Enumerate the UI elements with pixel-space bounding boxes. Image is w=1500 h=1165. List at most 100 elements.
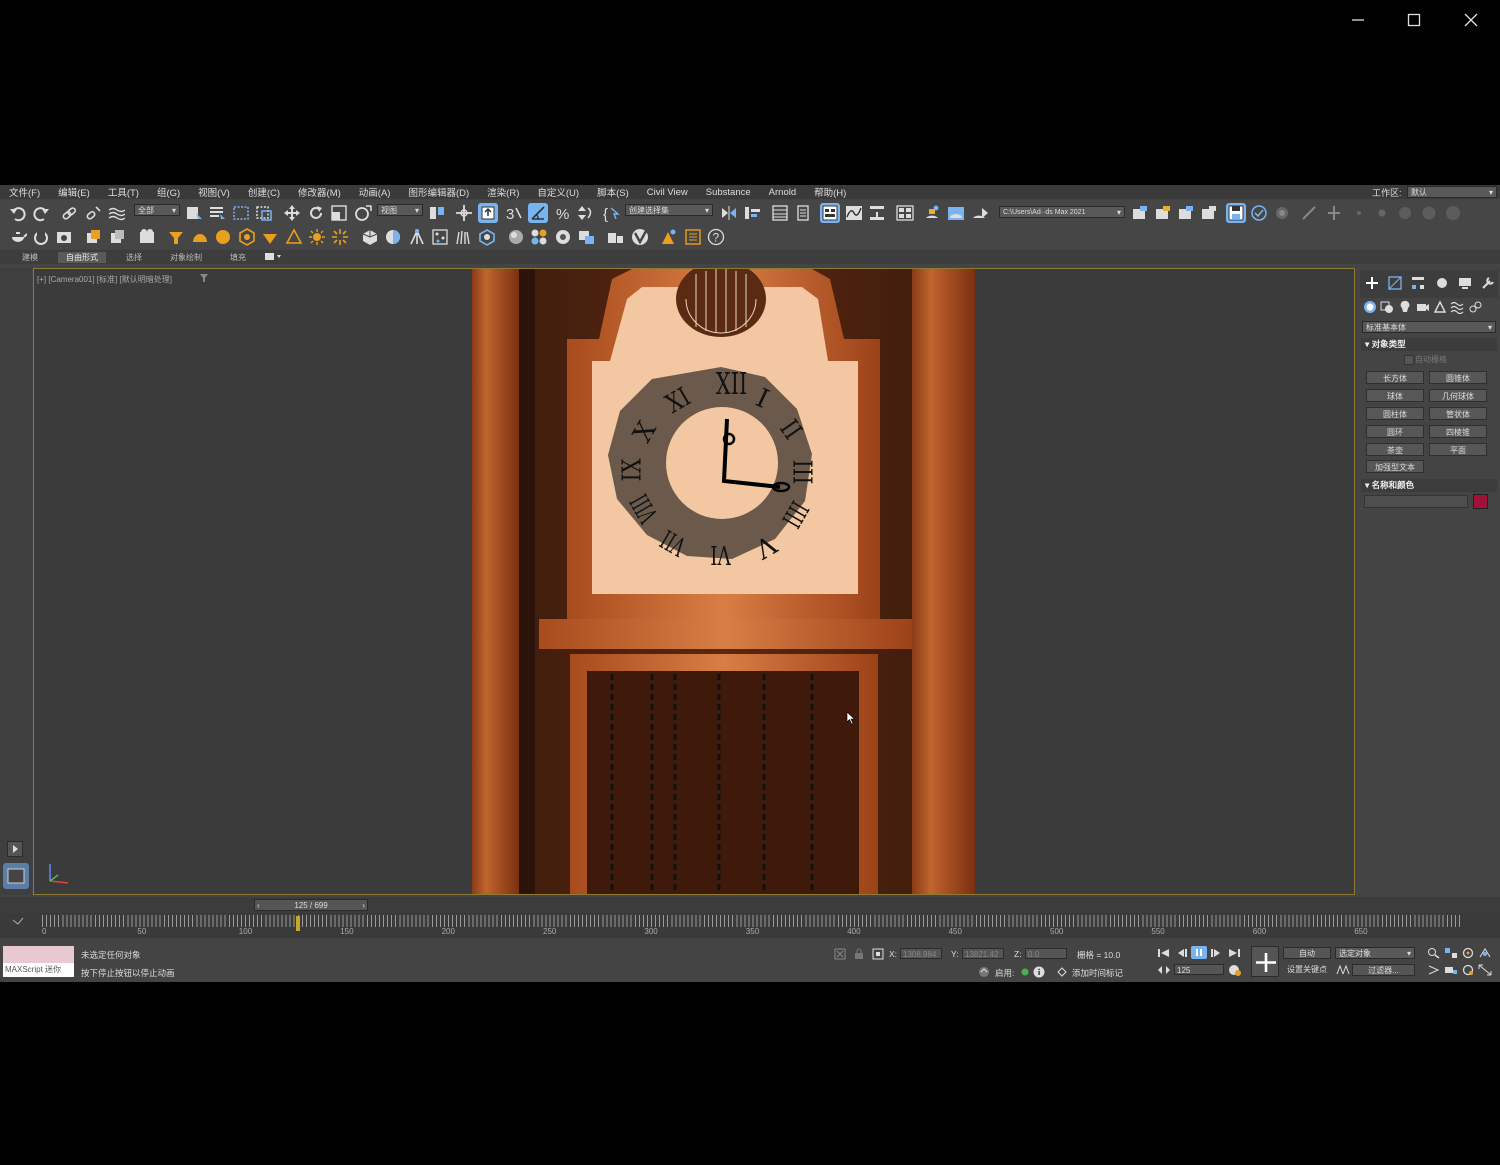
tube-button[interactable]: 管状体 <box>1429 407 1487 420</box>
reference-coordinate-dropdown[interactable]: 视图 <box>377 204 423 216</box>
brush-icon[interactable] <box>1300 204 1318 222</box>
tab-freeform[interactable]: 自由形式 <box>58 251 106 263</box>
object-name-field[interactable] <box>1364 495 1468 508</box>
hair-icon[interactable] <box>454 228 472 246</box>
time-slider[interactable]: ‹ 125 / 699 › <box>254 899 368 911</box>
adaptive-degradation-icon[interactable] <box>978 966 990 978</box>
hierarchy-tab-icon[interactable] <box>1411 276 1425 290</box>
arnold-tools-icon[interactable] <box>660 228 678 246</box>
rotate-icon[interactable] <box>307 204 325 222</box>
pivot-center-icon[interactable] <box>428 204 446 222</box>
create-project-icon[interactable] <box>1154 204 1172 222</box>
pyramid-button[interactable]: 四棱锥 <box>1429 425 1487 438</box>
layer-explorer-icon[interactable] <box>794 204 812 222</box>
align-icon[interactable] <box>743 204 761 222</box>
menu-create[interactable]: 创建(C) <box>239 185 289 199</box>
scene-explorer-icon[interactable] <box>771 204 789 222</box>
maximize-viewport-icon[interactable] <box>1478 964 1492 976</box>
menu-graph-editors[interactable]: 图形编辑器(D) <box>399 185 478 199</box>
render-setup-icon[interactable] <box>923 204 941 222</box>
select-by-name-icon[interactable] <box>208 204 226 222</box>
walkthrough-icon[interactable] <box>1478 947 1492 959</box>
key-filters-icon[interactable] <box>1336 964 1350 976</box>
geometry-category-icon[interactable] <box>1363 300 1377 314</box>
go-to-end-icon[interactable] <box>1227 947 1241 959</box>
primitive-type-dropdown[interactable]: 标准基本体 <box>1362 321 1496 333</box>
light-lister-icon[interactable] <box>1273 204 1291 222</box>
enable-green-dot-icon[interactable] <box>1020 967 1030 977</box>
object-type-rollout[interactable]: ▾ 对象类型 <box>1361 338 1497 351</box>
torus-button[interactable]: 圆环 <box>1366 425 1424 438</box>
arnold-light-icon[interactable] <box>167 228 185 246</box>
keyboard-shortcut-toggle[interactable] <box>478 203 498 223</box>
key-filters-button[interactable]: 过滤器... <box>1352 964 1415 976</box>
edit-named-selection-icon[interactable]: { <box>603 204 621 222</box>
time-config-icon[interactable] <box>1228 964 1242 976</box>
current-frame-marker[interactable] <box>295 916 300 931</box>
ribbon-options-icon[interactable] <box>264 252 284 262</box>
menu-scripting[interactable]: 脚本(S) <box>588 185 638 199</box>
camera-view-icon[interactable] <box>55 228 73 246</box>
material-slots-icon[interactable] <box>530 228 548 246</box>
sphere-button[interactable]: 球体 <box>1366 389 1424 402</box>
geosphere-button[interactable]: 几何球体 <box>1429 389 1487 402</box>
x-coordinate-field[interactable]: 1308.984 <box>900 948 942 959</box>
render-production-icon[interactable] <box>971 204 989 222</box>
window-crossing-icon[interactable] <box>255 204 273 222</box>
bind-spacewarp-icon[interactable] <box>107 204 125 222</box>
workspace-dropdown[interactable]: 默认 <box>1407 186 1497 198</box>
cube-icon[interactable] <box>361 228 379 246</box>
schematic-view-icon[interactable] <box>868 204 886 222</box>
help-icon[interactable]: ? <box>707 228 725 246</box>
menu-modifiers[interactable]: 修改器(M) <box>289 185 350 199</box>
cylinder-button[interactable]: 圆柱体 <box>1366 407 1424 420</box>
link-icon[interactable] <box>60 204 78 222</box>
menu-civil-view[interactable]: Civil View <box>638 187 697 198</box>
menu-edit[interactable]: 编辑(E) <box>49 185 99 199</box>
plane-button[interactable]: 平面 <box>1429 443 1487 456</box>
burst-icon[interactable] <box>331 228 349 246</box>
orbit-subobject-icon[interactable] <box>1461 964 1475 976</box>
check-icon[interactable] <box>1250 204 1268 222</box>
add-time-tag[interactable]: 添加时间标记 <box>1072 967 1123 979</box>
rendered-frame-window-icon[interactable] <box>947 204 965 222</box>
helpers-category-icon[interactable] <box>1433 300 1447 314</box>
spinner-snap-icon[interactable] <box>577 204 595 222</box>
mirror-icon[interactable] <box>720 204 738 222</box>
set-key-big-button[interactable] <box>1251 946 1279 977</box>
viewport-filter-icon[interactable] <box>199 273 209 283</box>
arnold-spot-icon[interactable] <box>261 228 279 246</box>
go-to-start-icon[interactable] <box>1157 947 1171 959</box>
selection-filter-dropdown[interactable]: 全部 <box>134 204 180 216</box>
curve-editor-icon[interactable] <box>845 204 863 222</box>
material-editor-icon[interactable] <box>896 204 914 222</box>
time-tag-icon[interactable] <box>1056 966 1068 978</box>
arnold-render-icon[interactable] <box>606 228 624 246</box>
spacewarps-category-icon[interactable] <box>1450 300 1464 314</box>
zoom-all-icon[interactable] <box>1444 947 1458 959</box>
textplus-button[interactable]: 加强型文本 <box>1366 460 1424 473</box>
rotate-view-icon[interactable] <box>32 228 50 246</box>
arnold-geo-icon[interactable] <box>238 228 256 246</box>
vray-icon[interactable] <box>631 228 649 246</box>
arnold-photometric-icon[interactable] <box>285 228 303 246</box>
time-next-icon[interactable]: › <box>362 900 365 911</box>
autogrid-checkbox[interactable] <box>1404 355 1414 365</box>
scale-icon[interactable] <box>330 204 348 222</box>
film-icon[interactable] <box>138 228 156 246</box>
ribbon-toggle[interactable] <box>820 203 840 223</box>
box-white-icon[interactable] <box>108 228 126 246</box>
open-project-icon[interactable] <box>1131 204 1149 222</box>
shapes-category-icon[interactable] <box>1380 300 1394 314</box>
display-tab-icon[interactable] <box>1458 276 1472 290</box>
y-coordinate-field[interactable]: 13821.42 <box>962 948 1004 959</box>
pan-view-icon[interactable] <box>1444 964 1458 976</box>
box-button[interactable]: 长方体 <box>1366 371 1424 384</box>
placement-icon[interactable] <box>354 204 372 222</box>
teapot-button[interactable]: 茶壶 <box>1366 443 1424 456</box>
project-settings-icon[interactable] <box>1200 204 1218 222</box>
redo-icon[interactable] <box>32 204 50 222</box>
menu-substance[interactable]: Substance <box>697 187 760 198</box>
key-mode-icon[interactable] <box>1157 964 1171 976</box>
material-ball-icon[interactable] <box>507 228 525 246</box>
